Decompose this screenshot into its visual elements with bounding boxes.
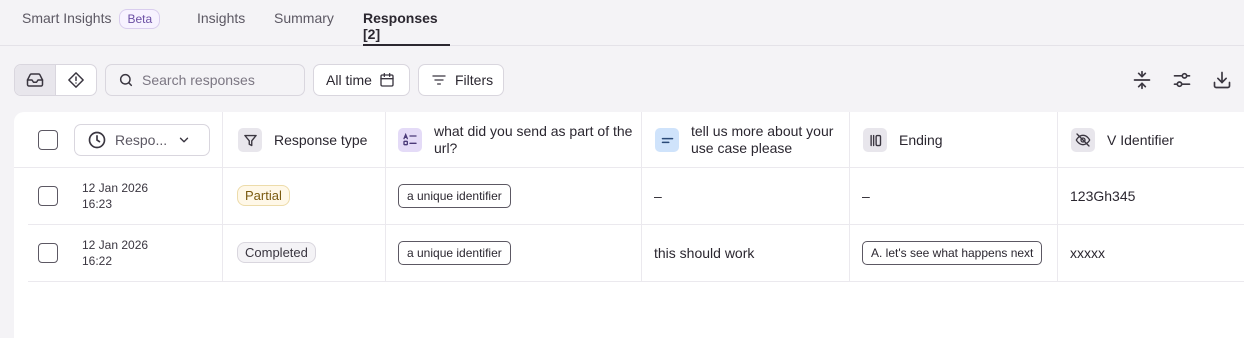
search-input[interactable]: [142, 72, 292, 88]
response-date: 12 Jan 2026 16:22: [82, 237, 148, 269]
time-text: 16:23: [82, 197, 113, 211]
table-row[interactable]: 12 Jan 2026 16:23 Partial a unique ident…: [28, 168, 1244, 225]
column-header-response-type[interactable]: Response type: [238, 112, 384, 168]
table-header: Respo... Response type what did you send…: [14, 112, 1244, 168]
filters-label: Filters: [455, 72, 494, 88]
identifier-value: xxxxx: [1070, 245, 1105, 261]
tab-label: Smart Insights: [22, 10, 112, 26]
date-text: 12 Jan 2026: [82, 181, 149, 195]
beta-badge: Beta: [119, 9, 161, 29]
diamond-alert-icon: [68, 72, 84, 88]
filters-button[interactable]: Filters: [418, 64, 504, 96]
answer-tag: a unique identifier: [398, 241, 511, 265]
text-lines-icon: [655, 128, 679, 152]
tab-summary[interactable]: Summary: [274, 0, 334, 46]
download-icon[interactable]: [1212, 70, 1232, 90]
responses-table: Respo... Response type what did you send…: [14, 112, 1244, 338]
tab-insights[interactable]: Insights: [197, 0, 245, 46]
row-height-icon[interactable]: [1132, 70, 1152, 90]
inbox-icon: [26, 73, 44, 87]
column-label: Ending: [899, 131, 943, 148]
chevron-down-icon: [179, 137, 189, 143]
time-filter-button[interactable]: All time: [313, 64, 410, 96]
use-case-answer: this should work: [654, 245, 755, 261]
tab-responses[interactable]: Responses [2]: [363, 0, 450, 46]
column-label: V Identifier: [1107, 131, 1174, 148]
column-label: what did you send as part of the url?: [434, 123, 633, 156]
alert-view-button[interactable]: [56, 65, 96, 95]
status-badge: Partial: [237, 185, 290, 206]
response-date: 12 Jan 2026 16:23: [82, 180, 148, 212]
search-icon: [119, 73, 133, 87]
sliders-icon[interactable]: [1172, 70, 1192, 90]
view-toggle: [14, 64, 97, 96]
tab-bar: Smart Insights Beta Insights Summary Res…: [0, 0, 1244, 46]
row-checkbox[interactable]: [38, 186, 58, 206]
row-checkbox[interactable]: [38, 243, 58, 263]
identifier-value: 123Gh345: [1070, 188, 1136, 204]
select-all-checkbox[interactable]: [38, 130, 58, 150]
ending-answer: –: [862, 188, 870, 204]
clock-icon: [88, 131, 106, 149]
sort-selector[interactable]: Respo...: [74, 124, 210, 156]
tab-smart-insights[interactable]: Smart Insights Beta: [22, 0, 161, 46]
inbox-view-button[interactable]: [15, 65, 56, 95]
search-box: [105, 64, 305, 96]
column-label: tell us more about your use case please: [691, 123, 834, 156]
time-filter-label: All time: [326, 72, 372, 88]
eye-off-icon: [1071, 128, 1095, 152]
time-text: 16:22: [82, 254, 113, 268]
ending-tag: A. let's see what happens next: [862, 241, 1043, 265]
calendar-icon: [380, 73, 394, 87]
sort-selector-label: Respo...: [115, 132, 168, 148]
tab-label: Summary: [274, 10, 334, 26]
column-header-v-identifier[interactable]: V Identifier: [1071, 112, 1231, 168]
column-header-use-case-question[interactable]: tell us more about your use case please: [655, 112, 835, 168]
status-badge: Completed: [237, 242, 316, 263]
column-header-url-question[interactable]: what did you send as part of the url?: [398, 112, 638, 168]
table-row[interactable]: 12 Jan 2026 16:22 Completed a unique ide…: [28, 225, 1244, 282]
tab-label: Responses [2]: [363, 10, 438, 42]
answer-tag: a unique identifier: [398, 184, 511, 208]
multiple-choice-icon: [398, 128, 422, 152]
column-header-ending[interactable]: Ending: [863, 112, 1043, 168]
date-text: 12 Jan 2026: [82, 238, 149, 252]
funnel-icon: [238, 128, 262, 152]
column-label: Response type: [274, 131, 368, 148]
filter-lines-icon: [432, 75, 446, 85]
tab-label: Insights: [197, 10, 246, 26]
use-case-answer: –: [654, 188, 662, 204]
ending-icon: [863, 128, 887, 152]
